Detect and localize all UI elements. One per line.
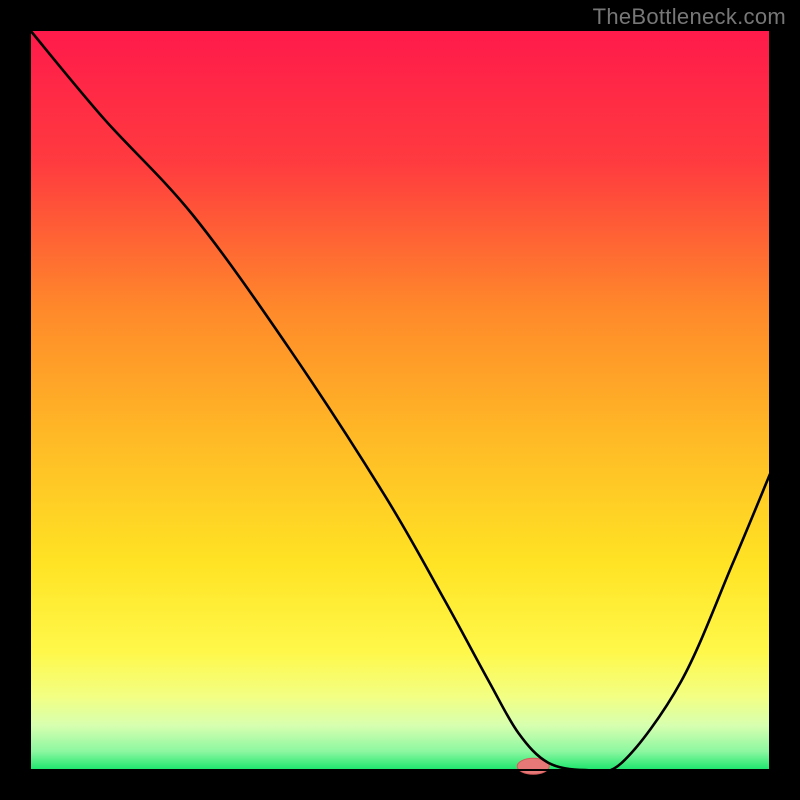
bottleneck-chart bbox=[0, 0, 800, 800]
watermark-label: TheBottleneck.com bbox=[593, 4, 786, 30]
chart-gradient-bg bbox=[30, 30, 770, 770]
chart-container: TheBottleneck.com bbox=[0, 0, 800, 800]
